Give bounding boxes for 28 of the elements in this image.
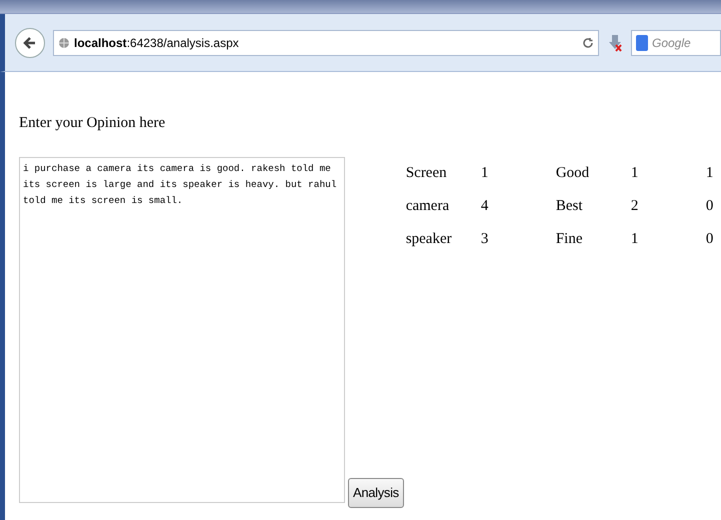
address-field[interactable]: localhost:64238/analysis.aspx — [53, 30, 599, 56]
table-cell-text: 1 — [706, 164, 714, 182]
url-text: localhost:64238/analysis.aspx — [74, 34, 240, 52]
table-cell-text: 0 — [706, 230, 714, 248]
table-cell-text: 1 — [630, 164, 640, 182]
back-button[interactable] — [15, 28, 45, 58]
table-cell-text: speaker — [406, 230, 453, 248]
table-cell-text: 0 — [706, 196, 714, 216]
search-engine-icon — [636, 34, 648, 50]
table-cell-text: 3 — [480, 230, 490, 248]
table-cell-text: Fine — [556, 230, 584, 248]
table-cell-text: camera — [406, 196, 450, 216]
table-cell-text: Best — [556, 196, 584, 216]
table-cell-text: 4 — [480, 196, 490, 216]
table-cell-text: 1 — [630, 230, 640, 248]
reload-icon[interactable] — [582, 36, 594, 48]
table-cell-text: Good — [556, 164, 590, 182]
globe-icon — [58, 36, 70, 48]
analysis-button[interactable]: Analysis — [348, 478, 404, 508]
table-cell-text: 1 — [480, 164, 490, 182]
download-icon[interactable] — [607, 34, 623, 52]
search-box[interactable]: Google — [631, 30, 721, 56]
opinion-heading: Enter your Opinion here — [19, 114, 166, 133]
back-arrow-icon — [23, 36, 37, 50]
search-field[interactable]: Google — [652, 34, 712, 52]
opinion-textarea[interactable]: i purchase a camera its camera is good. rakesh told me its screen is large and its speaker is heavy. but rahul told me its screen is small. — [19, 156, 345, 502]
table-cell-text: 2 — [630, 196, 640, 216]
table-cell-text: Screen — [406, 164, 448, 182]
